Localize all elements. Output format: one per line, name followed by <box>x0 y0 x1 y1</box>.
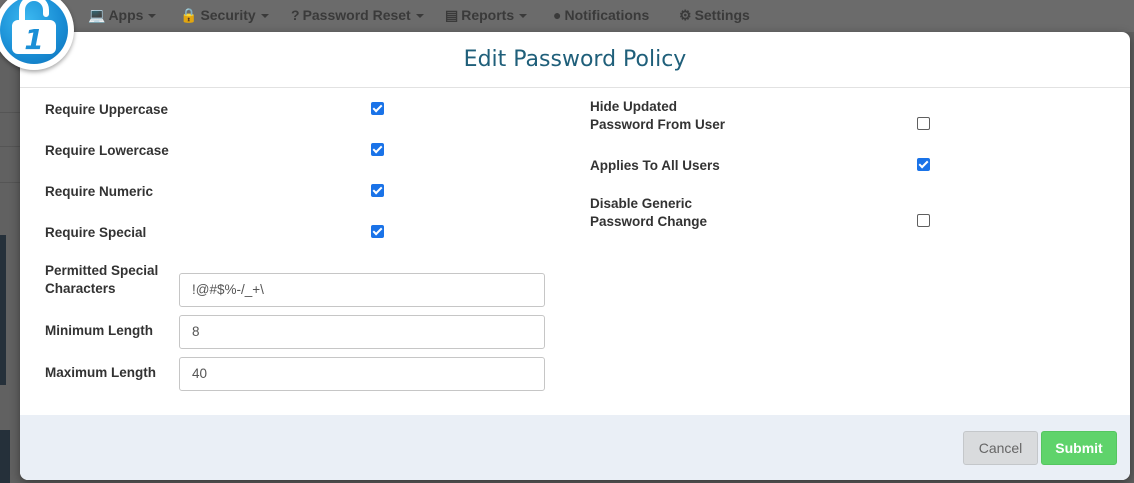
report-icon: ▤ <box>445 7 459 23</box>
caret-down-icon <box>148 14 157 19</box>
applies-to-all-users-label: Applies To All Users <box>590 158 720 173</box>
background-image <box>0 430 10 483</box>
permitted-special-characters-input[interactable]: !@#$%-/_+\ <box>179 273 545 307</box>
minimum-length-label: Minimum Length <box>45 323 153 338</box>
caret-down-icon <box>519 14 528 19</box>
nav-notifications-label: Notifications <box>564 7 650 23</box>
nav-apps-label: Apps <box>108 7 144 23</box>
nav-apps[interactable]: 💻 Apps <box>88 0 157 32</box>
nav-password-reset-label: Password Reset <box>302 7 411 23</box>
label-line: Characters <box>45 281 116 296</box>
edit-password-policy-modal: Edit Password Policy Require Uppercase R… <box>20 32 1130 480</box>
unlock-logo-icon: 1 <box>0 0 68 64</box>
top-navbar: 💻 Apps 🔒 Security ? Password Reset ▤ Reports… <box>0 0 1134 32</box>
nav-security[interactable]: 🔒 Security <box>180 0 269 32</box>
label-line: Hide Updated <box>590 99 678 114</box>
gear-icon: ⚙ <box>679 7 692 23</box>
label-line: Permitted Special <box>45 263 159 278</box>
modal-header: Edit Password Policy <box>20 32 1130 88</box>
label-line: Password Change <box>590 214 708 229</box>
exclamation-circle-icon: ● <box>553 7 562 23</box>
applies-to-all-users-checkbox[interactable] <box>917 158 930 171</box>
nav-notifications[interactable]: ● Notifications <box>553 0 649 32</box>
maximum-length-label: Maximum Length <box>45 365 157 380</box>
modal-footer: Cancel Submit <box>20 415 1130 480</box>
hide-updated-password-label: Hide Updated Password From User <box>590 98 725 134</box>
maximum-length-input[interactable]: 40 <box>179 357 545 391</box>
require-lowercase-label: Require Lowercase <box>45 143 169 158</box>
minimum-length-input[interactable]: 8 <box>179 315 545 349</box>
app-logo[interactable]: 1 <box>0 0 74 70</box>
caret-down-icon <box>415 14 424 19</box>
disable-generic-password-change-label: Disable Generic Password Change <box>590 195 707 231</box>
require-uppercase-checkbox[interactable] <box>371 102 384 115</box>
nav-reports[interactable]: ▤ Reports <box>445 0 528 32</box>
nav-password-reset[interactable]: ? Password Reset <box>291 0 424 32</box>
caret-down-icon <box>260 14 269 19</box>
background-divider <box>0 112 20 113</box>
submit-button[interactable]: Submit <box>1041 431 1117 465</box>
disable-generic-password-change-checkbox[interactable] <box>917 214 930 227</box>
require-special-checkbox[interactable] <box>371 225 384 238</box>
require-numeric-label: Require Numeric <box>45 184 154 199</box>
permitted-special-characters-label: Permitted Special Characters <box>45 262 158 298</box>
logo-glyph: 1 <box>24 23 43 56</box>
modal-title: Edit Password Policy <box>463 47 687 72</box>
cancel-button[interactable]: Cancel <box>963 431 1038 465</box>
background-divider <box>0 182 20 183</box>
require-lowercase-checkbox[interactable] <box>371 143 384 156</box>
background-divider <box>0 146 20 147</box>
require-numeric-checkbox[interactable] <box>371 184 384 197</box>
laptop-icon: 💻 <box>88 7 106 23</box>
lock-icon: 🔒 <box>180 7 198 23</box>
nav-settings-label: Settings <box>694 7 750 23</box>
background-image <box>0 235 6 385</box>
require-special-label: Require Special <box>45 225 147 240</box>
hide-updated-password-checkbox[interactable] <box>917 117 930 130</box>
require-uppercase-label: Require Uppercase <box>45 102 169 117</box>
nav-reports-label: Reports <box>461 7 515 23</box>
question-icon: ? <box>291 7 300 23</box>
label-line: Disable Generic <box>590 196 693 211</box>
nav-security-label: Security <box>200 7 256 23</box>
label-line: Password From User <box>590 117 726 132</box>
nav-settings[interactable]: ⚙ Settings <box>679 0 750 32</box>
